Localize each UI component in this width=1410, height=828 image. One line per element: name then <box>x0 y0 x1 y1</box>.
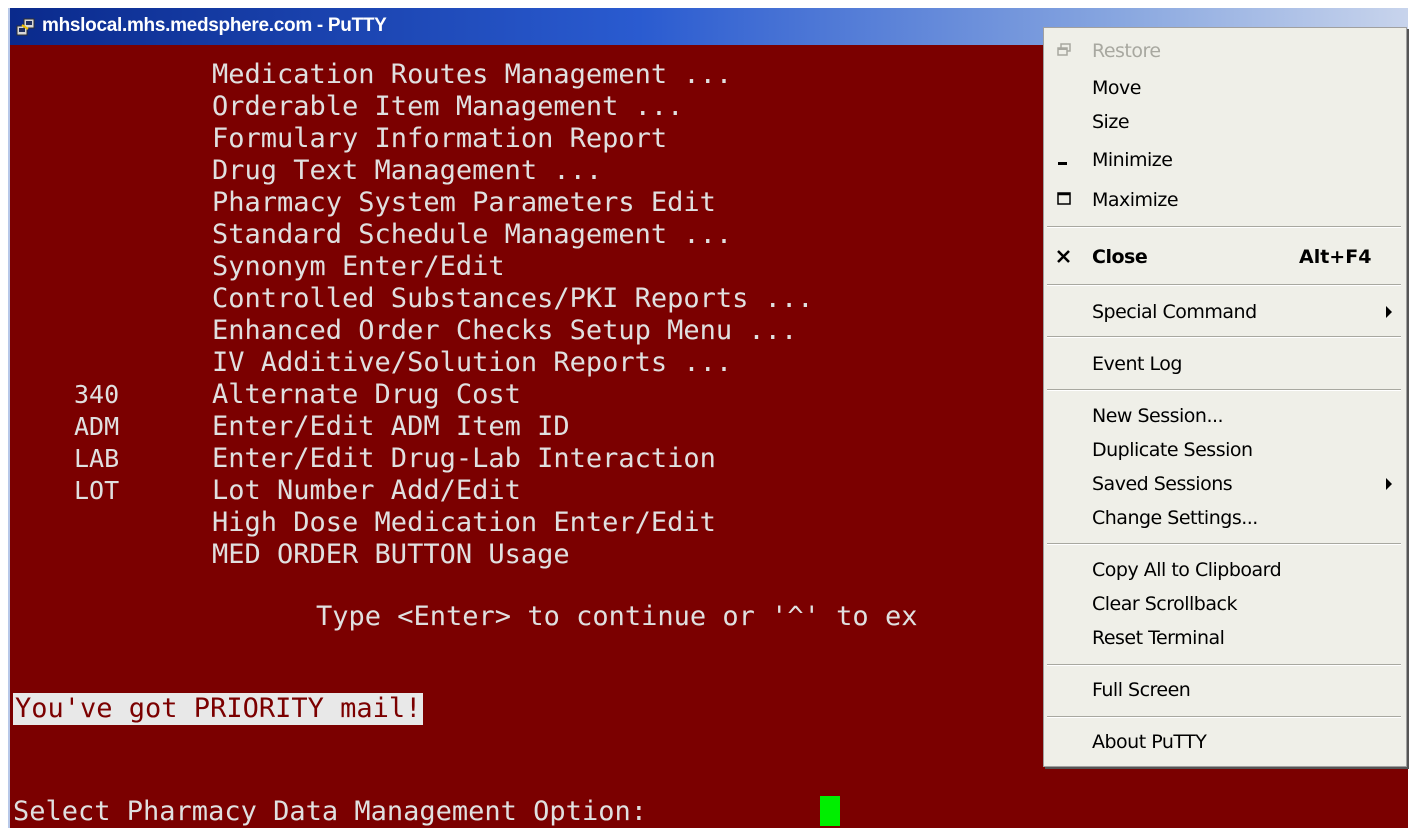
minimize-icon <box>1058 162 1067 165</box>
menu-separator <box>1047 284 1401 286</box>
menu-option-text: Enhanced Order Checks Setup Menu ... <box>212 315 798 346</box>
menu-item-size[interactable]: Size <box>1092 111 1130 133</box>
menu-item-about[interactable]: About PuTTY <box>1092 731 1207 753</box>
maximize-icon <box>1057 192 1071 205</box>
menu-item-saved-sessions[interactable]: Saved Sessions <box>1092 473 1233 495</box>
menu-item-move[interactable]: Move <box>1092 77 1141 99</box>
menu-item-event-log[interactable]: Event Log <box>1092 353 1182 375</box>
menu-option-text: High Dose Medication Enter/Edit <box>212 507 716 538</box>
menu-option-text: IV Additive/Solution Reports ... <box>212 347 733 378</box>
menu-item-full-screen[interactable]: Full Screen <box>1092 679 1191 701</box>
menu-option-code: ADM <box>74 412 120 441</box>
menu-item-special-command[interactable]: Special Command <box>1092 301 1257 323</box>
priority-mail-notice: You've got PRIORITY mail! <box>13 693 424 725</box>
restore-icon <box>1057 43 1071 56</box>
putty-app-icon[interactable] <box>16 17 36 37</box>
close-shortcut: Alt+F4 <box>1299 246 1372 268</box>
menu-option-text: MED ORDER BUTTON Usage <box>212 539 570 570</box>
continue-prompt: Type <Enter> to continue or '^' to ex <box>316 601 918 632</box>
menu-item-change-settings[interactable]: Change Settings... <box>1092 507 1258 529</box>
menu-item-duplicate-session[interactable]: Duplicate Session <box>1092 439 1253 461</box>
menu-option-text: Enter/Edit ADM Item ID <box>212 411 570 442</box>
menu-option-text: Drug Text Management ... <box>212 155 603 186</box>
menu-option-text: Synonym Enter/Edit <box>212 251 505 282</box>
menu-separator <box>1047 226 1401 228</box>
submenu-arrow-icon <box>1386 478 1392 490</box>
menu-option-text: Pharmacy System Parameters Edit <box>212 187 716 218</box>
menu-item-close[interactable]: Close <box>1092 246 1148 268</box>
menu-option-text: Orderable Item Management ... <box>212 91 684 122</box>
menu-separator <box>1047 543 1401 545</box>
menu-option-code: 340 <box>74 380 120 409</box>
system-context-menu: Restore Move Size Minimize Maximize Clos… <box>1043 27 1407 767</box>
menu-item-reset-terminal[interactable]: Reset Terminal <box>1092 627 1225 649</box>
menu-item-clear-scrollback[interactable]: Clear Scrollback <box>1092 593 1237 615</box>
menu-item-maximize[interactable]: Maximize <box>1092 189 1179 211</box>
menu-item-copy-all[interactable]: Copy All to Clipboard <box>1092 559 1282 581</box>
menu-option-text: Enter/Edit Drug-Lab Interaction <box>212 443 716 474</box>
menu-item-minimize[interactable]: Minimize <box>1092 149 1173 171</box>
menu-item-restore[interactable]: Restore <box>1092 40 1161 62</box>
menu-option-text: Formulary Information Report <box>212 123 668 154</box>
menu-option-code: LOT <box>74 476 120 505</box>
menu-item-new-session[interactable]: New Session... <box>1092 405 1224 427</box>
menu-option-text: Alternate Drug Cost <box>212 379 521 410</box>
submenu-arrow-icon <box>1386 306 1392 318</box>
menu-option-text: Lot Number Add/Edit <box>212 475 521 506</box>
menu-separator <box>1047 716 1401 718</box>
menu-separator <box>1047 389 1401 391</box>
menu-option-text: Controlled Substances/PKI Reports ... <box>212 283 814 314</box>
window-title: mhslocal.mhs.medsphere.com - PuTTY <box>42 15 387 36</box>
menu-option-text: Medication Routes Management ... <box>212 59 733 90</box>
menu-separator <box>1047 664 1401 666</box>
close-icon <box>1057 250 1070 263</box>
menu-separator <box>1047 336 1401 338</box>
terminal-cursor <box>820 796 840 826</box>
menu-option-code: LAB <box>74 444 120 473</box>
menu-option-text: Standard Schedule Management ... <box>212 219 733 250</box>
select-option-prompt: Select Pharmacy Data Management Option: <box>13 796 664 827</box>
